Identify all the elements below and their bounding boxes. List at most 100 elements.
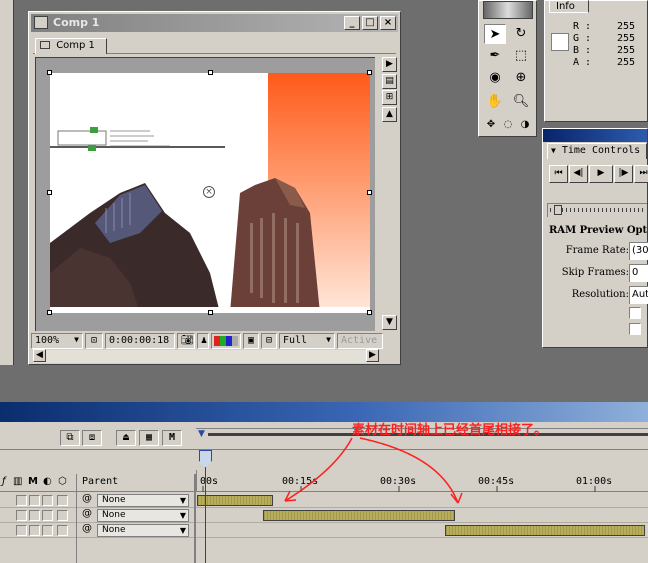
full-screen-checkbox[interactable] — [629, 323, 641, 335]
3d-layer-switch-icon: ⬡ — [58, 476, 67, 487]
pan-behind-tool-icon[interactable]: ⊕ — [510, 68, 532, 88]
last-frame-icon[interactable]: ⏭ — [634, 165, 648, 183]
zoom-tool-icon[interactable]: 🔍︎ — [510, 92, 532, 112]
slider-thumb[interactable] — [554, 205, 562, 215]
transform-handle-tr[interactable] — [367, 70, 372, 75]
comp-tree-icon[interactable]: ⊞ — [382, 90, 397, 105]
tab-comp-1[interactable]: Comp 1 — [35, 38, 107, 54]
comp-vertical-scrollbar[interactable]: ▶ ▤ ⊞ ▲ ▼ — [381, 57, 398, 331]
parent-select[interactable]: None ▼ — [97, 494, 189, 507]
motion-blur-button[interactable]: M — [162, 430, 182, 446]
active-camera-select[interactable]: Active — [337, 333, 383, 349]
layer-switch[interactable] — [57, 525, 68, 536]
hand-tool-icon[interactable]: ✋ — [484, 92, 506, 112]
frame-rate-field[interactable]: (30 — [629, 242, 648, 260]
layer-switch[interactable] — [57, 495, 68, 506]
info-row-label: G — [573, 33, 580, 44]
comp-marker-button[interactable]: ⧉ — [60, 430, 80, 446]
layer-switch[interactable] — [16, 495, 27, 506]
transform-handle-tl[interactable] — [47, 70, 52, 75]
info-row-value: 255 — [617, 45, 636, 56]
pick-whip-icon[interactable]: @ — [82, 508, 92, 519]
zoom-select[interactable]: 100% ▼ — [31, 333, 83, 349]
layer-switch[interactable] — [29, 525, 40, 536]
color-channels-button[interactable] — [211, 333, 241, 349]
next-frame-icon[interactable]: |▶ — [614, 165, 633, 183]
comp-menu-arrow-icon[interactable]: ▶ — [382, 57, 397, 72]
layer-switch[interactable] — [29, 510, 40, 521]
resolution-field[interactable]: Aut — [629, 286, 648, 304]
transform-handle-mr[interactable] — [367, 190, 372, 195]
layer-duration-bar[interactable] — [197, 495, 273, 506]
track-xy-camera-icon[interactable]: ✥ — [483, 117, 499, 133]
layer-row[interactable]: @ None ▼ — [0, 493, 648, 508]
transform-handle-tm[interactable] — [208, 70, 213, 75]
pick-whip-icon[interactable]: @ — [82, 493, 92, 504]
scroll-up-icon[interactable]: ▲ — [382, 107, 397, 122]
close-button[interactable]: × — [380, 16, 396, 30]
track-z-camera-icon[interactable]: ◌ — [500, 117, 516, 133]
region-of-interest-button[interactable]: ▣ — [243, 333, 259, 349]
transform-handle-bm[interactable] — [208, 310, 213, 315]
current-time-head-icon[interactable] — [199, 450, 212, 468]
selection-tool-icon[interactable]: ➤ — [484, 24, 506, 44]
comp-viewer[interactable]: × — [35, 57, 375, 331]
comp-titlebar[interactable]: Comp 1 _ □ × — [31, 14, 398, 32]
transform-handle-ml[interactable] — [47, 190, 52, 195]
layer-row[interactable]: @ None ▼ — [0, 508, 648, 523]
scroll-right-icon[interactable]: ▶ — [366, 349, 379, 362]
scroll-down-icon[interactable]: ▼ — [382, 315, 397, 330]
ram-preview-options-label: RAM Preview Opt — [549, 225, 648, 236]
orbit-view-icon[interactable]: ◑ — [517, 117, 533, 133]
resolution-select[interactable]: Full ▼ — [279, 333, 335, 349]
layer-switch[interactable] — [16, 525, 27, 536]
comp-tab-icon — [40, 41, 50, 49]
transform-handle-bl[interactable] — [47, 310, 52, 315]
timecode-display[interactable]: 0:00:00:18 — [105, 333, 175, 349]
layer-switch[interactable] — [57, 510, 68, 521]
transform-handle-br[interactable] — [367, 310, 372, 315]
layer-switch[interactable] — [29, 495, 40, 506]
from-current-time-checkbox[interactable] — [629, 307, 641, 319]
comp-flowchart-icon[interactable]: ▤ — [382, 74, 397, 89]
comp-horizontal-scrollbar[interactable]: ◀ ▶ — [33, 349, 379, 363]
switches-button[interactable]: ⧈ — [82, 430, 102, 446]
first-frame-icon[interactable]: ⏮ — [549, 165, 568, 183]
safe-zones-button[interactable]: ⊡ — [85, 333, 103, 349]
pick-whip-icon[interactable]: @ — [82, 523, 92, 534]
transparency-grid-button[interactable]: ⊟ — [261, 333, 277, 349]
layer-duration-bar[interactable] — [263, 510, 455, 521]
pen-tool-icon[interactable]: ✒ — [484, 46, 506, 66]
rotation-tool-icon[interactable]: ↻ — [510, 24, 532, 44]
current-time-indicator[interactable] — [205, 452, 206, 563]
rectangle-mask-tool-icon[interactable]: ⬚ — [510, 46, 532, 66]
orbit-camera-tool-icon[interactable]: ◉ — [484, 68, 506, 88]
timeline-titlebar[interactable] — [0, 402, 648, 422]
previous-frame-icon[interactable]: ◀| — [569, 165, 588, 183]
layer-switch[interactable] — [42, 525, 53, 536]
minimize-button[interactable]: _ — [344, 16, 360, 30]
parent-select[interactable]: None ▼ — [97, 509, 189, 522]
layer-switch[interactable] — [42, 495, 53, 506]
layer-switch[interactable] — [42, 510, 53, 521]
draft-3d-button[interactable]: ▦ — [139, 430, 159, 446]
layer-row[interactable]: @ None ▼ — [0, 523, 648, 538]
scroll-left-icon[interactable]: ◀ — [33, 349, 46, 362]
work-area-start-icon[interactable]: ▼ — [198, 429, 205, 439]
snapshot-button[interactable]: 📷︎ — [177, 333, 195, 349]
parent-select[interactable]: None ▼ — [97, 524, 189, 537]
time-controls-titlebar[interactable] — [543, 129, 647, 142]
maximize-button[interactable]: □ — [362, 16, 378, 30]
layer-switch[interactable] — [16, 510, 27, 521]
time-ruler[interactable]: 00s 00:15s 00:30s 00:45s 01:00s — [196, 470, 648, 492]
layer-duration-bar[interactable] — [445, 525, 645, 536]
skip-frames-field[interactable]: 0 — [629, 264, 648, 282]
time-controls-title: Time Controls — [561, 145, 641, 156]
time-controls-tab[interactable]: ▼ Time Controls — [547, 143, 647, 159]
ram-preview-slider[interactable] — [547, 203, 647, 217]
anchor-point-icon[interactable]: × — [203, 186, 215, 198]
live-update-button[interactable]: ⏏ — [116, 430, 136, 446]
show-snapshot-button[interactable]: ♟ — [197, 333, 209, 349]
play-icon[interactable]: ▶ — [589, 165, 613, 183]
info-tab[interactable]: Info — [549, 0, 589, 13]
